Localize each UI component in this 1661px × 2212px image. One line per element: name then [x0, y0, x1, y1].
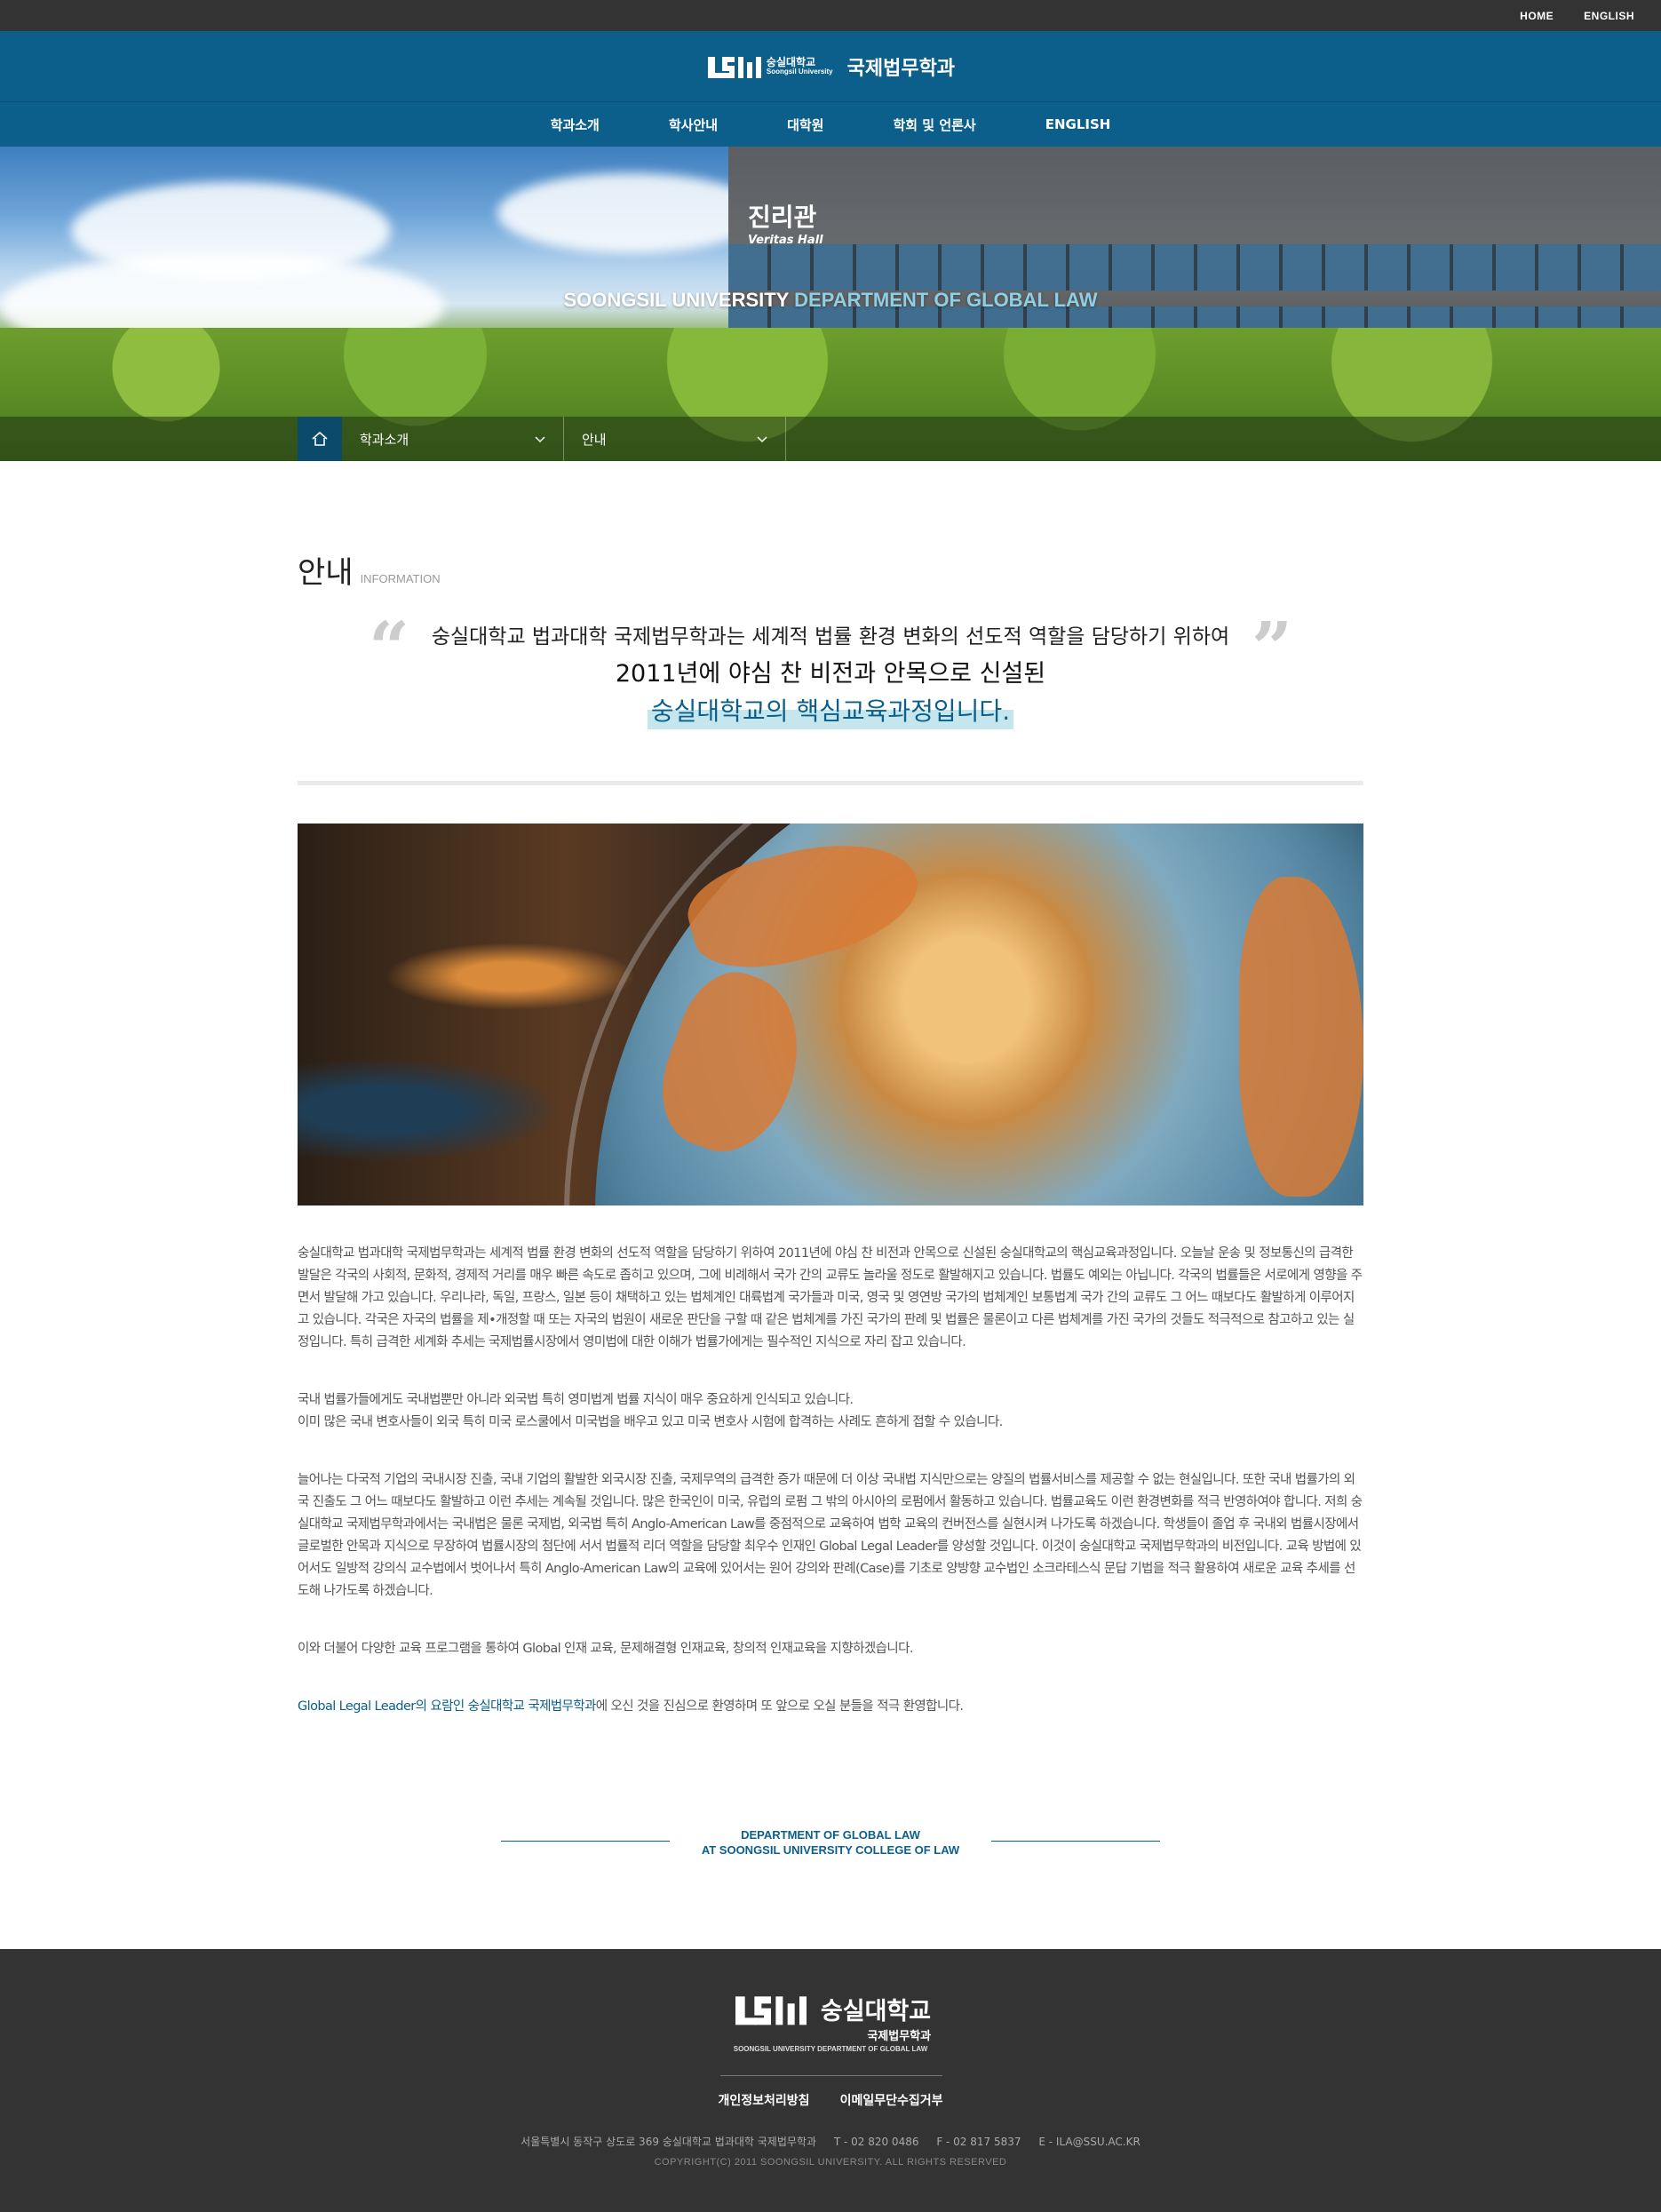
chevron-down-icon: [535, 436, 545, 443]
email-text: E - ILA@SSU.AC.KR: [1038, 2136, 1140, 2148]
body-paragraph: 늘어나는 다국적 기업의 국내시장 진출, 국내 기업의 활발한 외국시장 진출…: [298, 1473, 1363, 1598]
body-paragraph: 숭실대학교 법과대학 국제법무학과는 세계적 법률 환경 변화의 선도적 역할을…: [298, 1246, 1363, 1349]
signature-line-2: AT SOONGSIL UNIVERSITY COLLEGE OF LAW: [701, 1843, 960, 1857]
location-dropdown-depth1[interactable]: 학과소개: [342, 417, 564, 461]
close-quote-icon: ”: [1251, 606, 1292, 689]
nav-item-about[interactable]: 학과소개: [516, 115, 634, 134]
signature-text: DEPARTMENT OF GLOBAL LAW AT SOONGSIL UNI…: [702, 1827, 959, 1858]
location-depth2-label: 안내: [582, 431, 607, 448]
footer-logo: 숭실대학교 국제법무학과: [0, 1992, 1661, 2043]
utility-nav: HOME ENGLISH: [1520, 0, 1634, 31]
body-paragraph: 이와 더불어 다양한 교육 프로그램을 통하여 Global 인재 교육, 문제…: [298, 1642, 913, 1656]
page-title: 안내 INFORMATION: [298, 548, 441, 592]
logo-english: Soongsil University: [766, 67, 833, 76]
fax-text: F - 02 817 5837: [936, 2136, 1021, 2148]
section-divider: [298, 781, 1363, 785]
footer-links: 개인정보처리방침 이메일무단수집거부: [0, 2091, 1661, 2109]
cloud: [497, 173, 764, 253]
footer-english-name: SOONGSIL UNIVERSITY DEPARTMENT OF GLOBAL…: [733, 2045, 928, 2053]
welcome-highlight: Global Legal Leader의 요람인 숭실대학교 국제법무학과: [298, 1699, 596, 1714]
hero-tagline: SOONGSIL UNIVERSITY DEPARTMENT OF GLOBAL…: [0, 289, 1661, 312]
top-utility-bar: HOME ENGLISH: [0, 0, 1661, 31]
email-refusal-link[interactable]: 이메일무단수집거부: [840, 2091, 943, 2109]
location-dropdown-depth2[interactable]: 안내: [564, 417, 786, 461]
intro-quote: “ ” 숭실대학교 법과대학 국제법무학과는 세계적 법률 환경 변화의 선도적…: [298, 612, 1363, 729]
body-paragraph: Global Legal Leader의 요람인 숭실대학교 국제법무학과에 오…: [298, 1696, 1363, 1718]
chevron-down-icon: [757, 436, 767, 443]
footer-logo-text: 숭실대학교 국제법무학과: [821, 1992, 931, 2043]
footer-address: 서울특별시 동작구 상도로 369 숭실대학교 법과대학 국제법무학과 T - …: [0, 2134, 1661, 2149]
tagline-university: SOONGSIL UNIVERSITY: [563, 289, 789, 311]
nav-item-graduate[interactable]: 대학원: [752, 115, 858, 134]
footer-logo-korean: 숭실대학교: [820, 1998, 932, 2025]
open-quote-icon: “: [369, 606, 410, 689]
building-sign-english: Veritas Hall: [748, 234, 823, 247]
util-home-link[interactable]: HOME: [1520, 10, 1554, 22]
welcome-text: 에 오신 것을 진심으로 환영하며 또 앞으로 오실 분들을 적극 환영합니다.: [595, 1699, 964, 1714]
main-nav: 학과소개 학사안내 대학원 학회 및 언론사 ENGLISH: [0, 102, 1661, 147]
signature-rule-right: [991, 1841, 1160, 1842]
home-icon: [312, 431, 328, 446]
site-footer: 숭실대학교 국제법무학과 SOONGSIL UNIVERSITY DEPARTM…: [0, 1949, 1661, 2212]
ssu-logo-icon: [707, 56, 761, 78]
body-text: 숭실대학교 법과대학 국제법무학과는 세계적 법률 환경 변화의 선도적 역할을…: [298, 1243, 1363, 1754]
page-subtitle: INFORMATION: [360, 572, 441, 585]
site-logo[interactable]: 숭실대학교 Soongsil University: [706, 53, 833, 80]
body-line: 국내 법률가들에게도 국내법뿐만 아니라 외국법 특히 영미법계 법률 지식이 …: [298, 1393, 854, 1407]
logo-korean: 숭실대학교: [766, 55, 816, 68]
body-paragraph: 국내 법률가들에게도 국내법뿐만 아니라 외국법 특히 영미법계 법률 지식이 …: [298, 1389, 1363, 1434]
page-title-text: 안내: [298, 555, 354, 591]
department-signature: DEPARTMENT OF GLOBAL LAW AT SOONGSIL UNI…: [298, 1827, 1363, 1858]
signature-line-1: DEPARTMENT OF GLOBAL LAW: [741, 1828, 920, 1842]
nav-item-academics[interactable]: 학사안내: [634, 115, 752, 134]
dept-name: 국제법무학과: [846, 57, 956, 80]
nav-item-societies[interactable]: 학회 및 언론사: [858, 115, 1010, 134]
nav-item-english[interactable]: ENGLISH: [1011, 116, 1146, 132]
site-header: 숭실대학교 Soongsil University 국제법무학과: [0, 31, 1661, 102]
hero-banner: 진리관 Veritas Hall SOONGSIL UNIVERSITY DEP…: [0, 147, 1661, 461]
logo-text: 숭실대학교 Soongsil University: [766, 55, 833, 76]
phone-text: T - 02 820 0486: [833, 2136, 919, 2148]
privacy-policy-link[interactable]: 개인정보처리방침: [719, 2091, 810, 2109]
copyright: COPYRIGHT(C) 2011 SOONGSIL UNIVERSITY. A…: [654, 2157, 1007, 2168]
signature-rule-left: [501, 1841, 670, 1842]
footer-divider: [720, 2075, 942, 2076]
building-sign: 진리관 Veritas Hall: [748, 198, 823, 247]
footer-logo-dept: 국제법무학과: [867, 2030, 932, 2043]
ssu-logo-icon: [735, 1996, 807, 2025]
tagline-department: DEPARTMENT OF GLOBAL LAW: [794, 289, 1098, 311]
building-sign-korean: 진리관: [748, 203, 817, 232]
body-line: 이미 많은 국내 변호사들이 외국 특히 미국 로스쿨에서 미국법을 배우고 있…: [298, 1415, 1003, 1429]
location-depth1-label: 학과소개: [360, 431, 409, 448]
quote-line-2: 2011년에 야심 찬 비전과 안목으로 신설된: [615, 660, 1046, 688]
address-text: 서울특별시 동작구 상도로 369 숭실대학교 법과대학 국제법무학과: [521, 2136, 817, 2148]
location-bar: 학과소개 안내: [0, 417, 1661, 461]
quote-line-3: 숭실대학교의 핵심교육과정입니다.: [647, 694, 1014, 729]
globe-image: [298, 824, 1363, 1205]
quote-line-1: 숭실대학교 법과대학 국제법무학과는 세계적 법률 환경 변화의 선도적 역할을…: [431, 625, 1230, 648]
util-english-link[interactable]: ENGLISH: [1584, 10, 1634, 22]
building-windows: [728, 244, 1661, 290]
home-button[interactable]: [298, 417, 342, 461]
